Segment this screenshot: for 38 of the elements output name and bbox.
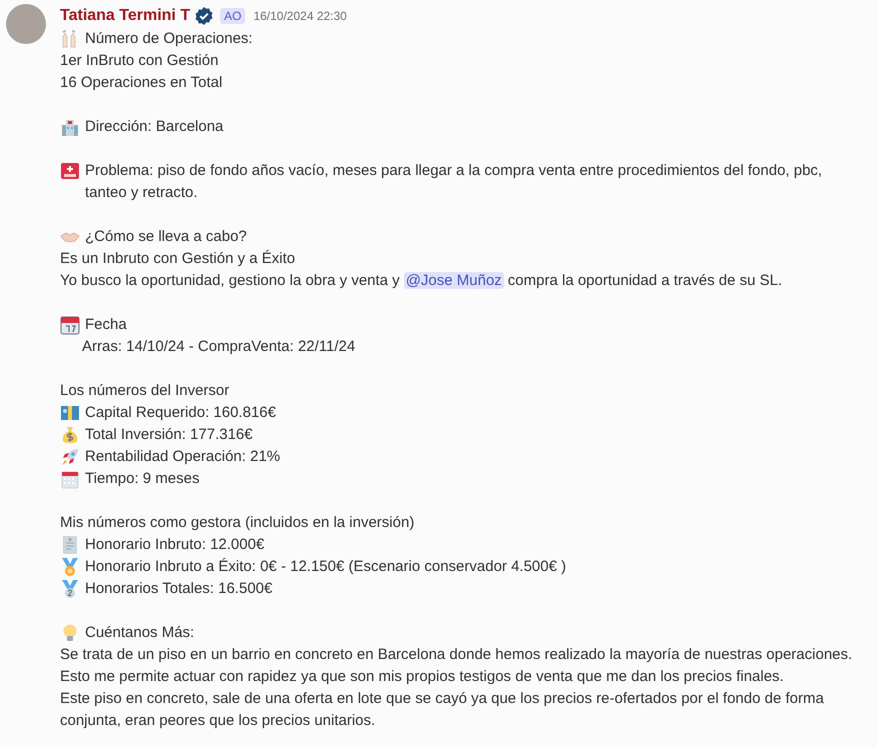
message-line: Esto me permite actuar con rapidez ya que son mis propios testigos de venta que me dan los precios finales. — [60, 667, 784, 687]
message-line: Dirección: Barcelona — [85, 117, 224, 137]
message-line: Yo busco la oportunidad, gestiono la obra y venta y @Jose Muñoz compra la oportunidad a través de su SL. — [60, 271, 782, 291]
timestamp: 16/10/2024 22:30 — [253, 9, 347, 23]
siren-icon — [60, 161, 80, 181]
message-line: Capital Requerido: 160.816€ — [85, 403, 276, 423]
message-line: Honorario Inbruto: 12.000€ — [85, 535, 264, 555]
author-name[interactable]: Tatiana Termini T — [60, 7, 190, 25]
message-line: Problema: piso de fondo años vacío, meses para llegar a la compra venta entre procedimientos del fondo, pbc, tanteo y retracto. — [85, 161, 824, 203]
message-line: Rentabilidad Operación: 21% — [85, 447, 280, 467]
message-line: 16 Operaciones en Total — [60, 73, 222, 93]
medal-icon — [60, 557, 80, 577]
message-line: Los números del Inversor — [60, 381, 230, 401]
message-line: Total Inversión: 177.316€ — [85, 425, 253, 445]
document-icon — [60, 535, 80, 555]
role-tag[interactable]: AO — [220, 8, 246, 24]
message-line: ¿Cómo se lleva a cabo? — [85, 227, 247, 247]
rocket-icon — [60, 447, 80, 467]
message-line: Honorarios Totales: 16.500€ — [85, 579, 272, 599]
message-line: Mis números como gestora (incluidos en la inversión) — [60, 513, 414, 533]
second-place-medal-icon — [60, 579, 80, 599]
calendar-icon — [60, 315, 80, 335]
message-line: Es un Inbruto con Gestión y a Éxito — [60, 249, 296, 269]
message-line: Este piso en concreto, sale de una oferta en lote que se cayó ya que los precios re-ofertados por el fondo de forma conjunta, eran peores que los precios unitarios. — [60, 689, 825, 731]
spiral-calendar-icon — [60, 469, 80, 489]
message-line: 1er InBruto con Gestión — [60, 51, 218, 71]
message-line: Cuéntanos Más: — [85, 623, 194, 643]
building-icon — [60, 117, 80, 137]
message-line: Tiempo: 9 meses — [85, 469, 200, 489]
message-line: Fecha — [85, 315, 127, 335]
message-line: Número de Operaciones: — [85, 29, 253, 49]
money-bag-icon — [60, 425, 80, 445]
message-line: Arras: 14/10/24 - CompraVenta: 22/11/24 — [82, 337, 356, 357]
message-line: Se trata de un piso en un barrio en concreto en Barcelona donde hemos realizado la mayoría de nuestras operaciones. — [60, 645, 852, 665]
avatar[interactable] — [6, 4, 46, 44]
message-line: Honorario Inbruto a Éxito: 0€ - 12.150€ (Escenario conservador 4.500€ ) — [85, 557, 566, 577]
banknote-icon — [60, 403, 80, 423]
user-mention[interactable]: @Jose Muñoz — [404, 272, 504, 289]
